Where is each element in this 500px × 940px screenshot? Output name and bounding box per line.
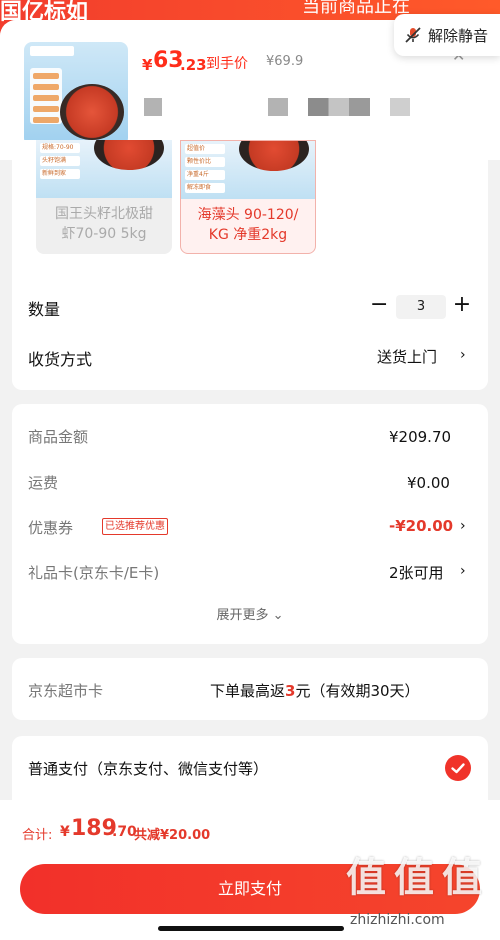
watermark-logo-icon: 值 [442,855,482,901]
watermark-logo-icon: 值 [346,855,386,901]
blurred-spec [144,98,162,116]
unmute-label: 解除静音 [428,26,489,45]
mic-off-icon [405,27,421,43]
expand-more-button[interactable]: 展开更多 ⌄ [0,604,500,623]
blurred-spec [308,98,370,116]
gift-card-label: 礼品卡(京东卡/E卡) [28,564,160,582]
chevron-down-icon: ⌄ [268,608,284,623]
chevron-right-icon[interactable]: › [460,563,466,579]
supermarket-card-offer: 下单最高返3元（有效期30天） [210,682,420,700]
quantity-decrease-button[interactable]: − [370,292,388,317]
coupon-label: 优惠券 [28,519,74,537]
price-symbol: ¥ [142,56,153,74]
freight-label: 运费 [28,474,59,492]
gift-card-value[interactable]: 2张可用 [389,562,444,583]
payment-method-label: 普通支付（京东支付、微信支付等） [28,760,269,778]
goods-amount-label: 商品金额 [28,428,89,446]
freight-value: ¥0.00 [407,474,450,492]
quantity-increase-button[interactable]: + [452,292,472,317]
quantity-label: 数量 [28,300,61,319]
quantity-input[interactable]: 3 [396,295,446,319]
coupon-value[interactable]: -¥20.00 [389,517,453,535]
shipping-method-value[interactable]: 送货上门 [377,346,437,367]
total-savings: 共减¥20.00 [134,828,211,843]
product-thumbnail [24,42,128,146]
shipping-method-label: 收货方式 [28,350,93,369]
unmute-button[interactable]: 解除静音 [394,14,500,56]
watermark-logo-icon: 值 [394,855,434,901]
original-price: ¥69.9 [266,54,304,69]
blurred-spec [390,98,410,116]
total-label: 合计: [22,828,53,843]
watermark-text: zhizhizhi.com [350,912,445,928]
final-price-label: 到手价 [206,56,248,72]
home-indicator [158,926,344,931]
total-integer: 189 [71,816,117,841]
variant-card-bottom [12,370,488,390]
checkmark-icon[interactable] [445,755,471,781]
supermarket-card-label: 京东超市卡 [28,682,104,700]
chevron-right-icon[interactable]: › [460,518,466,534]
chevron-right-icon[interactable]: › [460,347,466,363]
blurred-spec [268,98,288,116]
total-symbol: ¥ [60,824,70,840]
banner-right-text: 当前商品正在 [302,0,410,17]
watermark: 值 值 值 zhizhizhi.com [346,856,496,936]
coupon-applied-badge: 已选推荐优惠 [102,518,168,535]
price-decimal: .23 [180,56,207,74]
goods-amount-value: ¥209.70 [389,428,452,446]
